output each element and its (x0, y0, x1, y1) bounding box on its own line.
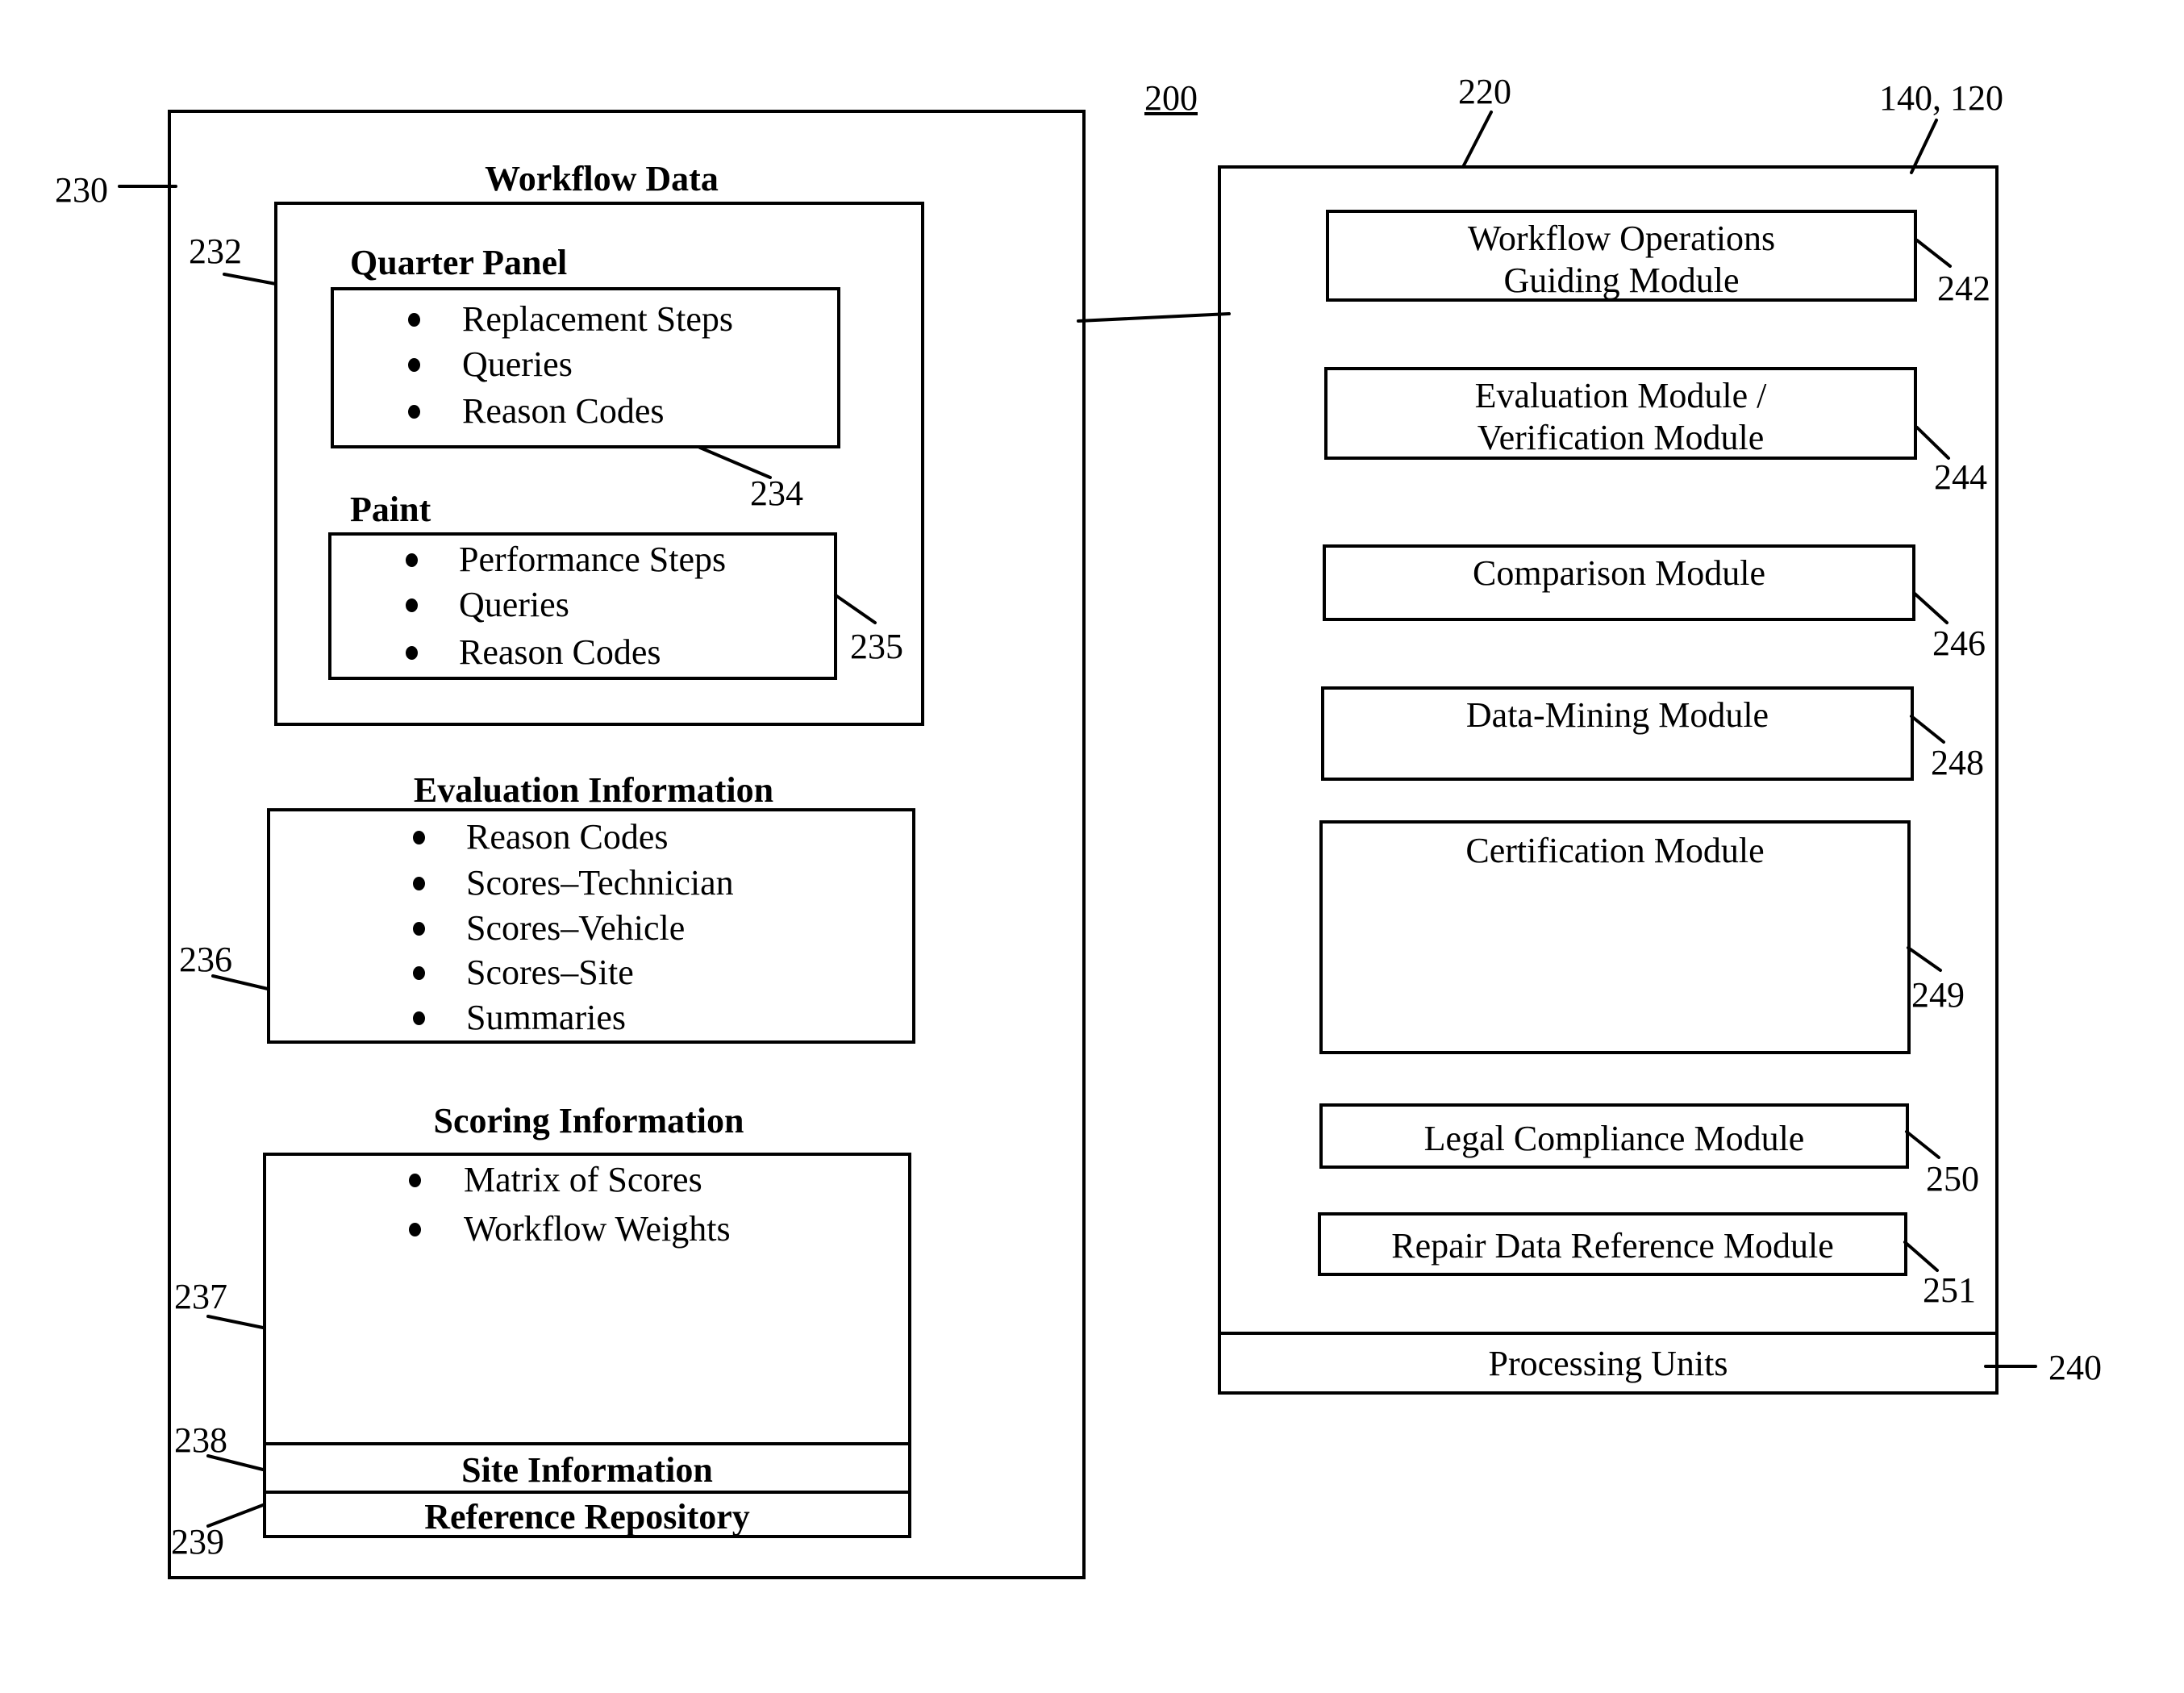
quarter-panel-item: Replacement Steps (462, 299, 734, 339)
bullet-icon (408, 358, 420, 372)
quarter-panel-title: Quarter Panel (350, 243, 568, 282)
evaluation-item: Scores–Vehicle (466, 908, 686, 948)
module-label: Legal Compliance Module (1423, 1119, 1805, 1158)
bullet-icon (413, 1011, 425, 1025)
scoring-item: Workflow Weights (464, 1209, 731, 1249)
evaluation-item: Scores–Site (466, 953, 634, 992)
evaluation-verification-module: Evaluation Module / Verification Module (1324, 367, 1917, 460)
data-mining-module: Data-Mining Module (1321, 686, 1914, 781)
bullet-icon (413, 877, 425, 890)
ref-244: 244 (1934, 457, 1987, 497)
ref-249: 249 (1911, 975, 1965, 1015)
workflow-data-title: Workflow Data (485, 159, 719, 198)
workflow-operations-guiding-module: Workflow Operations Guiding Module (1326, 210, 1917, 302)
bullet-icon (413, 966, 425, 980)
evaluation-item: Scores–Technician (466, 863, 734, 903)
module-label: Workflow Operations Guiding Module (1467, 219, 1776, 300)
quarter-panel-item: Reason Codes (462, 391, 665, 431)
ref-248: 248 (1931, 743, 1984, 782)
processing-units-label: Processing Units (1488, 1344, 1728, 1383)
ref-140-120: 140, 120 (1879, 78, 2003, 118)
scoring-item: Matrix of Scores (464, 1160, 702, 1199)
ref-232: 232 (189, 231, 242, 271)
site-information-label: Site Information (461, 1450, 713, 1490)
ref-239: 239 (171, 1522, 224, 1562)
paint-item: Queries (459, 585, 569, 624)
evaluation-item: Summaries (466, 998, 626, 1037)
ref-234: 234 (750, 473, 803, 513)
ref-220: 220 (1458, 72, 1511, 111)
bullet-icon (409, 1174, 421, 1187)
leader-220 (1461, 111, 1493, 169)
paint-item: Performance Steps (459, 540, 727, 579)
ref-236: 236 (179, 940, 232, 979)
legal-compliance-module: Legal Compliance Module (1319, 1103, 1909, 1169)
module-label: Certification Module (1465, 831, 1765, 870)
ref-240: 240 (2049, 1348, 2102, 1387)
ref-251: 251 (1923, 1270, 1976, 1310)
bullet-icon (406, 598, 418, 612)
site-information-strip: Site Information (266, 1442, 908, 1491)
ref-238: 238 (174, 1420, 227, 1460)
paint-title: Paint (350, 490, 431, 529)
certification-module: Certification Module (1319, 820, 1911, 1054)
ref-242: 242 (1937, 269, 1990, 308)
repair-data-reference-module: Repair Data Reference Module (1318, 1212, 1907, 1276)
ref-235: 235 (850, 627, 903, 666)
ref-246: 246 (1932, 623, 1986, 663)
evaluation-information-title: Evaluation Information (413, 770, 774, 810)
bullet-icon (408, 405, 420, 419)
comparison-module: Comparison Module (1323, 544, 1915, 621)
evaluation-item: Reason Codes (466, 817, 669, 857)
bullet-icon (406, 553, 418, 567)
module-label: Data-Mining Module (1465, 695, 1769, 735)
reference-repository-strip: Reference Repository (266, 1491, 908, 1536)
bullet-icon (413, 922, 425, 936)
ref-230: 230 (55, 170, 108, 210)
module-label: Evaluation Module / Verification Module (1474, 376, 1767, 457)
bullet-icon (406, 646, 418, 660)
quarter-panel-item: Queries (462, 344, 573, 384)
module-label: Repair Data Reference Module (1391, 1226, 1834, 1266)
bullet-icon (413, 831, 425, 844)
processing-units-strip: Processing Units (1221, 1332, 1995, 1395)
scoring-information-title: Scoring Information (433, 1101, 744, 1140)
bullet-icon (409, 1223, 421, 1236)
paint-item: Reason Codes (459, 632, 661, 672)
reference-repository-label: Reference Repository (424, 1497, 750, 1537)
connector-data-to-system (1077, 312, 1231, 323)
figure-number: 200 (1144, 78, 1198, 118)
ref-237: 237 (174, 1277, 227, 1316)
ref-250: 250 (1926, 1159, 1979, 1199)
module-label: Comparison Module (1473, 553, 1765, 593)
bullet-icon (408, 313, 420, 327)
